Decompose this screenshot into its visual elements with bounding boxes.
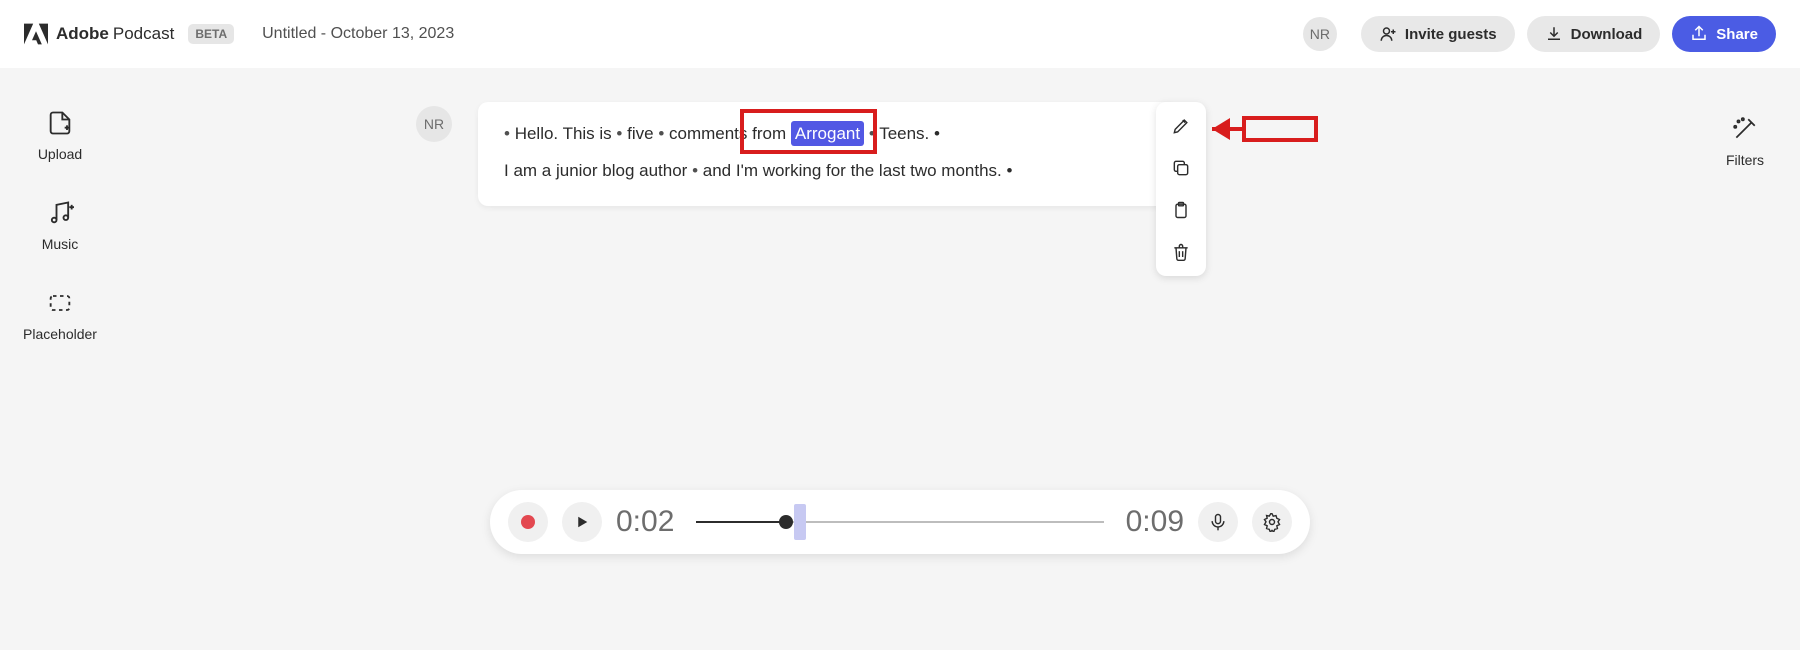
app-header: Adobe Podcast BETA Untitled - October 13… [0,0,1800,68]
brand-rest: Podcast [113,24,174,44]
track-selection-region [794,504,806,540]
track-fill [696,521,786,523]
transcript-word[interactable]: Hello. This is [504,124,612,143]
delete-button[interactable] [1165,238,1197,266]
filters-label: Filters [1726,152,1764,168]
clipboard-icon [1171,200,1191,220]
trash-icon [1171,242,1191,262]
placeholder-rail-item[interactable]: Placeholder [23,288,97,342]
music-icon [45,198,75,228]
gear-icon [1262,512,1282,532]
playback-bar: 0:02 0:09 [490,490,1310,554]
invite-label: Invite guests [1405,26,1497,43]
share-icon [1690,25,1708,43]
brand-bold: Adobe [56,24,109,44]
share-button[interactable]: Share [1672,16,1776,52]
download-label: Download [1571,26,1643,43]
copy-button[interactable] [1165,154,1197,182]
left-rail: Upload Music Placeholder [0,68,120,650]
settings-button[interactable] [1252,502,1292,542]
speaker-avatar[interactable]: NR [416,106,452,142]
upload-label: Upload [38,146,82,162]
copy-icon [1171,158,1191,178]
transcript-word[interactable]: five [616,124,653,143]
download-icon [1545,25,1563,43]
annotation-arrow [1208,112,1318,146]
transcript-word[interactable]: • [934,124,940,143]
pencil-icon [1171,116,1191,136]
upload-rail-item[interactable]: Upload [38,108,82,162]
record-icon [521,515,535,529]
transcript-word[interactable]: Teens. [869,124,929,143]
record-button[interactable] [508,502,548,542]
beta-badge: BETA [188,24,234,44]
play-button[interactable] [562,502,602,542]
transcript-word[interactable]: • [1007,161,1013,180]
music-rail-item[interactable]: Music [42,198,79,252]
filters-rail-item[interactable]: Filters [1726,114,1764,168]
adobe-logo-icon [24,23,48,45]
paste-button[interactable] [1165,196,1197,224]
mic-button[interactable] [1198,502,1238,542]
brand-text: Adobe Podcast [56,24,174,44]
selection-toolbar [1156,102,1206,276]
transcript-card[interactable]: Hello. This is five comments from Arroga… [478,102,1176,206]
invite-guests-button[interactable]: Invite guests [1361,16,1515,52]
filters-icon [1730,114,1760,144]
upload-icon [45,108,75,138]
total-time: 0:09 [1126,505,1184,539]
download-button[interactable]: Download [1527,16,1661,52]
right-rail: Filters [1690,68,1800,650]
transcript-word[interactable]: and I'm working for the last two months. [692,161,1002,180]
current-time: 0:02 [616,505,674,539]
placeholder-label: Placeholder [23,326,97,342]
logo-group: Adobe Podcast BETA [24,23,234,45]
play-icon [573,513,591,531]
transcript-word[interactable]: comments from [658,124,786,143]
placeholder-icon [45,288,75,318]
transcript-line-1[interactable]: Hello. This is five comments from Arroga… [504,120,1150,147]
track-knob[interactable] [779,515,793,529]
transcript-word[interactable]: I am a junior blog author [504,161,687,180]
transcript-line-2[interactable]: I am a junior blog author and I'm workin… [504,157,1150,184]
music-label: Music [42,236,79,252]
transcript-block: NR Hello. This is five comments from Arr… [416,102,1176,206]
user-avatar[interactable]: NR [1303,17,1337,51]
document-title[interactable]: Untitled - October 13, 2023 [262,25,454,43]
transcript-selected-word[interactable]: Arrogant [791,121,864,146]
user-plus-icon [1379,25,1397,43]
edit-button[interactable] [1165,112,1197,140]
share-label: Share [1716,26,1758,43]
mic-icon [1208,512,1228,532]
timeline-track[interactable] [696,502,1103,542]
